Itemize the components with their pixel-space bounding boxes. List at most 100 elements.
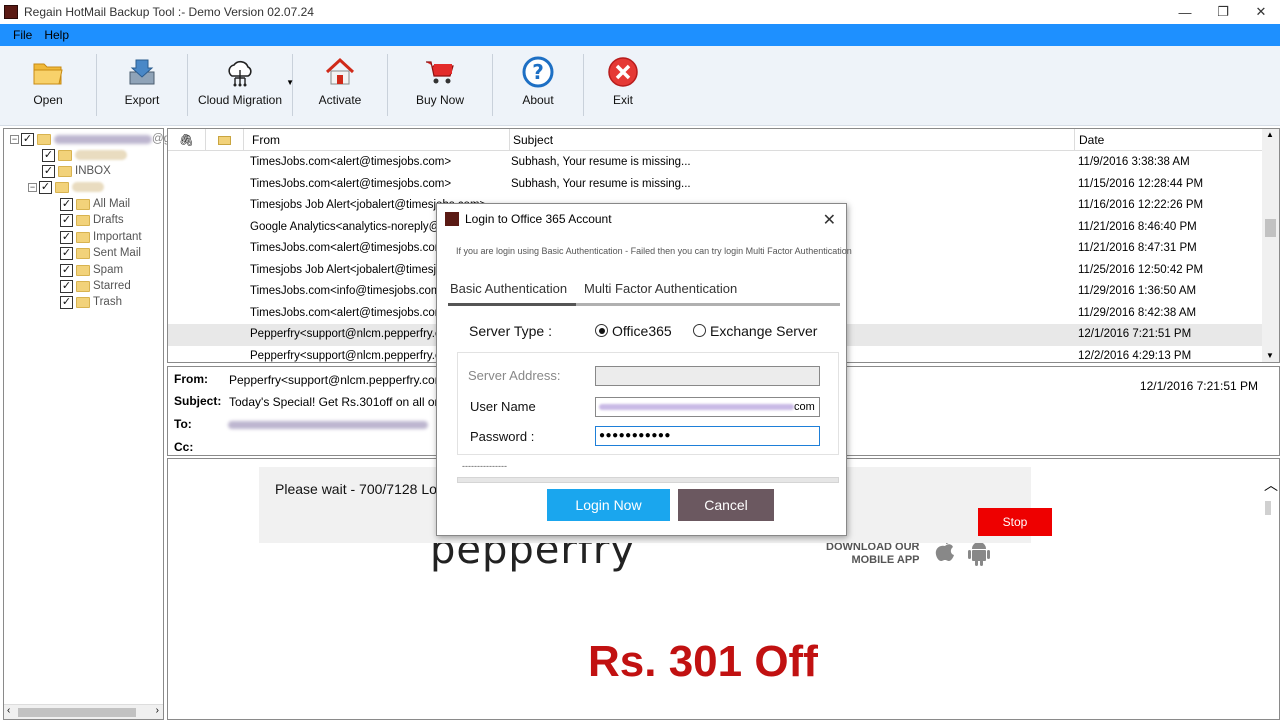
checkbox[interactable]: ✓: [60, 246, 73, 260]
exit-button[interactable]: Exit: [584, 46, 662, 126]
folder-icon: [37, 133, 51, 145]
buy-now-label: Buy Now: [415, 93, 465, 107]
server-address-label: Server Address:: [468, 368, 561, 383]
tree-root[interactable]: − ✓ @g: [10, 131, 170, 147]
tree-item-label: All Mail: [93, 198, 131, 210]
scroll-up-icon[interactable]: ︿: [1264, 475, 1278, 495]
vertical-scrollbar[interactable]: ▲ ▼: [1262, 129, 1279, 362]
checkbox[interactable]: ✓: [60, 197, 73, 211]
minimize-icon[interactable]: —: [1166, 0, 1204, 24]
horizontal-scrollbar[interactable]: ‹ ›: [4, 704, 163, 719]
read-column[interactable]: [206, 129, 244, 151]
scroll-up-icon[interactable]: ▲: [1266, 130, 1274, 139]
collapse-icon[interactable]: −: [10, 134, 19, 144]
close-icon[interactable]: ✕: [823, 210, 836, 230]
folder-name-redacted: [72, 182, 104, 192]
server-type-label: Server Type :: [469, 323, 553, 339]
attachment-column[interactable]: 🖇: [168, 129, 206, 151]
menu-file[interactable]: File: [13, 28, 32, 42]
folder-icon: [76, 247, 90, 259]
checkbox[interactable]: ✓: [60, 263, 73, 277]
tab-multi-factor-authentication[interactable]: Multi Factor Authentication: [584, 281, 737, 296]
password-field[interactable]: ●●●●●●●●●●●: [595, 426, 820, 446]
date-cell: 11/29/2016 1:36:50 AM: [1078, 285, 1197, 297]
checkbox[interactable]: ✓: [60, 279, 73, 293]
folder-icon: [55, 181, 69, 193]
tree-item-sent-mail[interactable]: ✓ Sent Mail: [60, 245, 141, 261]
window-title: Regain HotMail Backup Tool :- Demo Versi…: [24, 5, 314, 19]
table-row[interactable]: TimesJobs.com<alert@timesjobs.com> Subhas…: [168, 174, 1264, 196]
buy-now-button[interactable]: Buy Now: [388, 46, 492, 126]
download-line-2: MOBILE APP: [851, 554, 920, 566]
tree-item-gmail-group[interactable]: − ✓: [28, 179, 104, 195]
checkbox[interactable]: ✓: [39, 180, 52, 194]
checkbox[interactable]: ✓: [42, 164, 55, 178]
scrollbar-thumb[interactable]: [18, 708, 136, 717]
cloud-migration-button[interactable]: Cloud Migration ▼: [188, 46, 294, 126]
activate-button[interactable]: Activate: [293, 46, 387, 126]
table-row[interactable]: TimesJobs.com<alert@timesjobs.com> Subhas…: [168, 152, 1264, 174]
open-button[interactable]: Open: [0, 46, 96, 126]
tree-item-label: Sent Mail: [93, 247, 141, 259]
about-button[interactable]: ? About: [493, 46, 583, 126]
menu-help[interactable]: Help: [44, 28, 69, 42]
dialog-title-bar: Login to Office 365 Account: [445, 212, 612, 226]
tree-item-drafts[interactable]: ✓ Drafts: [60, 212, 124, 228]
checkbox[interactable]: ✓: [42, 148, 55, 162]
close-icon[interactable]: ✕: [1242, 0, 1280, 24]
collapse-icon[interactable]: −: [28, 182, 37, 192]
scroll-down-icon[interactable]: ▼: [1266, 351, 1274, 360]
exchange-server-radio[interactable]: Exchange Server: [693, 323, 817, 339]
user-name-field[interactable]: com: [595, 397, 820, 417]
folder-icon: [58, 149, 72, 161]
tree-item-label: INBOX: [75, 165, 111, 177]
export-icon: [129, 59, 155, 85]
app-icon: [445, 212, 459, 226]
date-cell: 11/15/2016 12:28:44 PM: [1078, 177, 1204, 190]
checkbox[interactable]: ✓: [60, 213, 73, 227]
scroll-right-icon[interactable]: ›: [156, 705, 159, 716]
to-label: To:: [174, 417, 192, 431]
cancel-button[interactable]: Cancel: [678, 489, 774, 521]
date-cell: 11/21/2016 8:46:40 PM: [1078, 220, 1197, 233]
scrollbar-thumb[interactable]: [1265, 501, 1271, 515]
vertical-scrollbar[interactable]: ︿: [1259, 473, 1279, 719]
checkbox[interactable]: ✓: [60, 295, 73, 309]
mail-list-header: 🖇 From Subject Date: [168, 129, 1264, 151]
paperclip-icon: 🖇: [178, 133, 195, 147]
subject-cell: Subhash, Your resume is missing...: [511, 177, 691, 190]
tree-item-label: Important: [93, 231, 142, 243]
login-now-button[interactable]: Login Now: [547, 489, 670, 521]
scrollbar-thumb[interactable]: [1265, 219, 1276, 237]
tree-item-redacted[interactable]: ✓: [42, 147, 127, 163]
office365-radio[interactable]: Office365: [595, 323, 672, 339]
menu-bar: File Help: [0, 24, 1280, 46]
subject-column-header[interactable]: Subject: [509, 129, 1075, 151]
tree-item-trash[interactable]: ✓ Trash: [60, 294, 122, 310]
maximize-icon[interactable]: ❐: [1204, 0, 1242, 24]
tab-basic-authentication[interactable]: Basic Authentication: [450, 281, 567, 296]
subject-label: Subject:: [174, 394, 222, 408]
tree-item-spam[interactable]: ✓ Spam: [60, 262, 123, 278]
active-tab-indicator: [448, 303, 576, 306]
tree-item-starred[interactable]: ✓ Starred: [60, 278, 131, 294]
tree-item-important[interactable]: ✓ Important: [60, 229, 142, 245]
to-value-redacted: [228, 421, 428, 429]
checkbox[interactable]: ✓: [21, 132, 34, 146]
user-name-label: User Name: [470, 399, 536, 414]
home-key-icon: [325, 57, 355, 85]
tree-item-inbox[interactable]: ✓ INBOX: [42, 163, 111, 179]
folder-icon: [76, 231, 90, 243]
server-address-field[interactable]: [595, 366, 820, 386]
offer-text: Rs. 301 Off: [588, 637, 818, 686]
from-column-header[interactable]: From: [248, 129, 510, 151]
export-button[interactable]: Export: [97, 46, 187, 126]
date-cell: 12/1/2016 7:21:51 PM: [1078, 328, 1192, 340]
tree-item-all-mail[interactable]: ✓ All Mail: [60, 196, 130, 212]
date-column-header[interactable]: Date: [1075, 129, 1264, 151]
scroll-left-icon[interactable]: ‹: [7, 705, 10, 716]
title-bar: Regain HotMail Backup Tool :- Demo Versi…: [0, 0, 1280, 24]
stop-button[interactable]: Stop: [978, 508, 1052, 536]
checkbox[interactable]: ✓: [60, 230, 73, 244]
exit-icon: [608, 57, 638, 87]
